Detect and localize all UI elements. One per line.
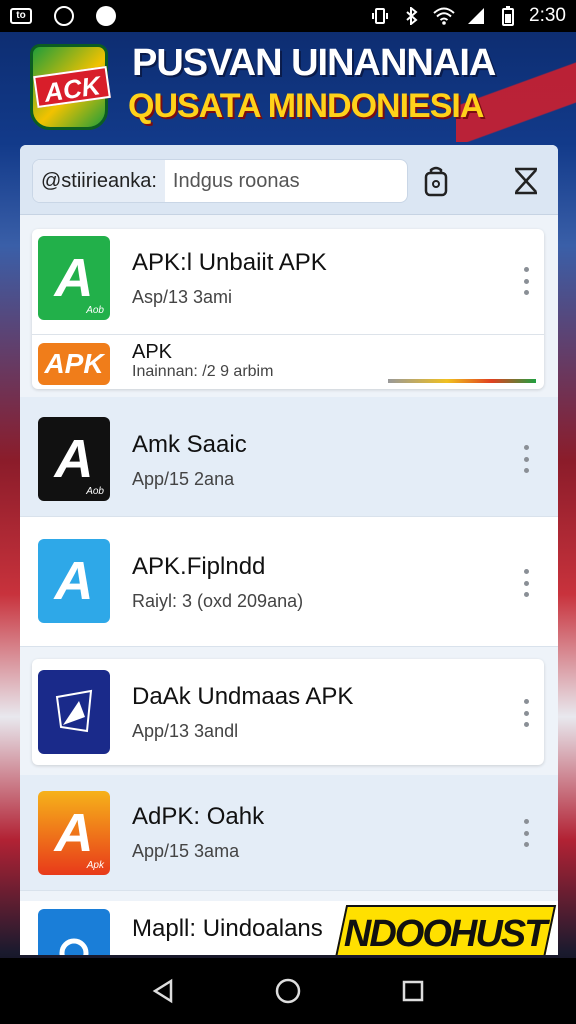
status-bar: to 2:30	[0, 0, 576, 32]
home-icon	[275, 978, 301, 1004]
logo-text: ACK	[33, 66, 111, 108]
app-name: APK:l Unbaiit APK	[132, 249, 327, 276]
home-button[interactable]	[273, 976, 303, 1006]
recents-icon	[403, 980, 424, 1002]
app-meta: Inainnan: /2 9 arbim	[132, 363, 274, 380]
app-meta: Raiyl: 3 (oxd 209ana)	[132, 591, 304, 611]
list-item[interactable]: A Apk AdPK: Oahk App/15 3ama	[20, 775, 558, 891]
more-options-icon[interactable]	[516, 569, 536, 597]
wifi-icon	[433, 7, 455, 25]
list-item[interactable]: A Aob APK:l Unbaiit APK Asp/13 3ami	[32, 229, 544, 335]
close-button[interactable]	[508, 163, 544, 199]
banner-title: PUSVAN UINANNAIA	[132, 42, 496, 84]
list-item[interactable]: A APK.Fiplndd Raiyl: 3 (oxd 209ana)	[20, 517, 558, 647]
app-icon: A Aob	[38, 417, 110, 501]
app-icon: APK	[38, 343, 110, 385]
app-name: Amk Saaic	[132, 431, 247, 458]
back-button[interactable]	[148, 976, 178, 1006]
more-options-icon[interactable]	[516, 267, 536, 295]
clock: 2:30	[529, 5, 566, 26]
app-icon: A	[38, 539, 110, 623]
app-name: APK	[132, 341, 173, 363]
lock-icon	[424, 166, 448, 197]
banner-subtitle: QUSATA MINDONIESIA	[128, 87, 484, 125]
search-prefix: @stiirieanka:	[33, 160, 165, 202]
progress-strip	[388, 379, 536, 383]
app-meta: App/15 2ana	[132, 469, 235, 489]
list-card[interactable]: DaAk Undmaas APK App/13 3andl	[32, 659, 544, 765]
app-icon: A Aob	[38, 236, 110, 320]
app-list-panel: @stiirieanka: A Aob APK:l Unbaiit APK As…	[20, 145, 558, 955]
system-nav-bar	[0, 958, 576, 1024]
app-icon: A Apk	[38, 791, 110, 875]
bluetooth-icon	[401, 7, 423, 25]
search-input[interactable]	[164, 169, 375, 193]
promo-badge[interactable]: NDOOHUST	[333, 905, 557, 955]
lock-button[interactable]	[418, 163, 454, 199]
recents-button[interactable]	[398, 976, 428, 1006]
app-name: AdPK: Oahk	[132, 803, 265, 830]
app-icon	[38, 909, 110, 955]
back-icon	[152, 978, 172, 1004]
header-banner: ACK PUSVAN UINANNAIA QUSATA MINDONIESIA	[0, 32, 576, 142]
app-icon	[38, 670, 110, 754]
circle-icon	[54, 6, 74, 26]
app-meta: App/13 3andl	[132, 721, 239, 741]
list-item[interactable]: APK APK Inainnan: /2 9 arbim	[32, 335, 544, 389]
battery-icon	[497, 6, 519, 26]
app-name: Mapll: Uindoalans	[132, 915, 323, 942]
more-options-icon[interactable]	[516, 699, 536, 727]
dot-icon	[96, 6, 116, 26]
app-name: APK.Fiplndd	[132, 553, 266, 580]
list-item[interactable]: Mapll: Uindoalans NDOOHUST	[20, 901, 558, 955]
notification-box-icon: to	[10, 8, 32, 24]
more-options-icon[interactable]	[516, 445, 536, 473]
promo-text: NDOOHUST	[344, 912, 546, 955]
signal-icon	[465, 7, 487, 25]
app-meta: App/15 3ama	[132, 841, 240, 861]
search-toolbar: @stiirieanka:	[20, 145, 558, 215]
app-meta: Asp/13 3ami	[132, 287, 233, 307]
close-icon	[515, 167, 537, 195]
app-name: DaAk Undmaas APK	[132, 683, 354, 710]
featured-card: A Aob APK:l Unbaiit APK Asp/13 3ami APK …	[32, 229, 544, 389]
more-options-icon[interactable]	[516, 819, 536, 847]
list-item[interactable]: A Aob Amk Saaic App/15 2ana	[20, 397, 558, 517]
vibrate-icon	[369, 7, 391, 25]
logo-badge: ACK	[30, 44, 111, 130]
search-field[interactable]: @stiirieanka:	[32, 159, 408, 203]
